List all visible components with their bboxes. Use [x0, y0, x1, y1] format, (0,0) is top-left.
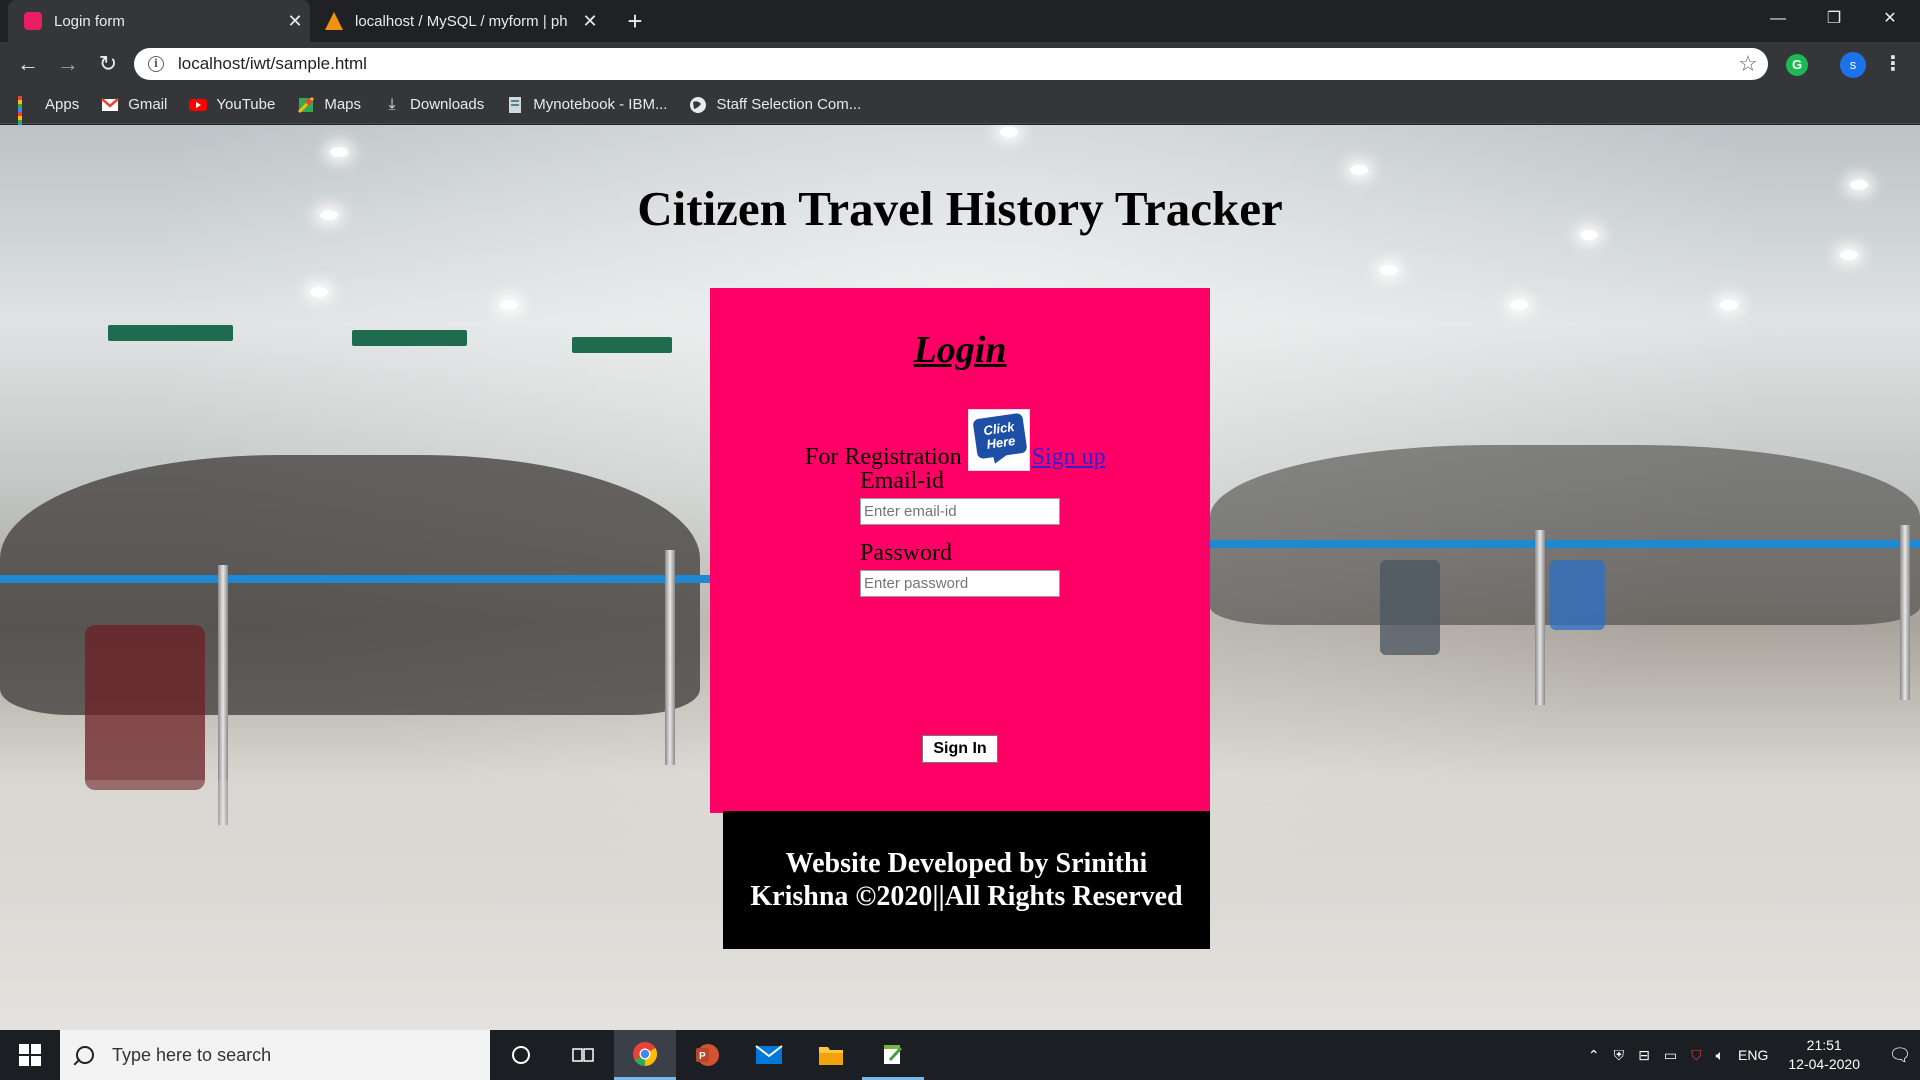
browser-menu-icon[interactable]: ⋮	[1880, 50, 1906, 78]
registration-row: For Registration Click Here Sign up	[805, 406, 1106, 471]
tab-title: Login form	[54, 12, 125, 30]
start-button[interactable]	[0, 1030, 60, 1080]
page-viewport: Citizen Travel History Tracker Login For…	[0, 125, 1920, 1030]
forward-arrow-icon[interactable]: →	[54, 50, 82, 78]
cortana-icon[interactable]	[490, 1030, 552, 1080]
show-hidden-icons-chevron-icon[interactable]: ⌃	[1588, 1047, 1600, 1064]
network-icon[interactable]: ⊟	[1638, 1047, 1650, 1064]
battery-icon[interactable]: ▭	[1664, 1047, 1677, 1064]
bookmark-label: Gmail	[128, 96, 168, 113]
clock-time: 21:51	[1806, 1037, 1842, 1053]
bookmark-label: Downloads	[410, 96, 485, 113]
grammarly-extension-icon[interactable]: G	[1786, 54, 1808, 76]
bookmark-label: YouTube	[216, 96, 276, 113]
bookmark-star-icon[interactable]: ☆	[1728, 51, 1768, 77]
bookmark-staff-selection[interactable]: Staff Selection Com...	[689, 96, 861, 114]
action-center-icon[interactable]: 🗨︎	[1880, 1045, 1920, 1066]
bookmark-label: Mynotebook - IBM...	[533, 96, 668, 113]
search-icon	[76, 1046, 94, 1064]
notebook-icon	[506, 96, 524, 114]
tab-close-icon[interactable]: ✕	[575, 11, 605, 32]
mail-icon[interactable]	[738, 1030, 800, 1080]
phpmyadmin-favicon-icon	[325, 12, 343, 30]
site-info-icon[interactable]: i	[148, 56, 164, 72]
signup-link[interactable]: Sign up	[1032, 444, 1106, 471]
windows-taskbar: Type here to search P ⌃ ⛨ ⊟ ▭ ⛉ 🔈︎ ENG 2…	[0, 1030, 1920, 1080]
login-heading: Login	[913, 329, 1007, 371]
window-close-icon[interactable]: ✕	[1862, 0, 1918, 38]
bookmarks-bar: Apps Gmail YouTube Maps ⤓ Downloads Myno…	[0, 86, 1920, 132]
profile-avatar[interactable]: s	[1840, 52, 1866, 78]
minimize-icon[interactable]: —	[1750, 0, 1806, 38]
password-label: Password	[860, 540, 953, 566]
globe-icon	[689, 96, 707, 114]
taskbar-search-box[interactable]: Type here to search	[60, 1030, 490, 1080]
notepad-plus-icon[interactable]	[862, 1030, 924, 1080]
volume-icon[interactable]: 🔈︎	[1716, 1047, 1724, 1064]
antivirus-icon[interactable]: ⛉	[1691, 1047, 1702, 1064]
page-title: Citizen Travel History Tracker	[637, 181, 1283, 236]
bookmark-gmail[interactable]: Gmail	[101, 96, 167, 114]
restore-icon[interactable]: ❐	[1806, 0, 1862, 38]
bookmark-label: Maps	[324, 96, 362, 113]
chrome-taskbar-icon[interactable]	[614, 1030, 676, 1080]
browser-toolbar: ← → ↻ i localhost/iwt/sample.html ☆ G s …	[0, 42, 1920, 86]
maps-icon	[297, 96, 315, 114]
clock-date: 12-04-2020	[1788, 1056, 1860, 1072]
system-tray: ⌃ ⛨ ⊟ ▭ ⛉ 🔈︎ ENG 21:51 12-04-2020 🗨︎	[1588, 1030, 1920, 1080]
windows-logo-icon	[19, 1044, 41, 1066]
footer-panel: Website Developed by Srinithi Krishna ©2…	[723, 811, 1210, 949]
tab-login-form[interactable]: Login form ✕	[8, 0, 310, 42]
bookmark-maps[interactable]: Maps	[297, 96, 361, 114]
defender-shield-icon[interactable]: ⛨	[1614, 1047, 1625, 1064]
bookmark-youtube[interactable]: YouTube	[189, 96, 275, 114]
browser-tabstrip: Login form ✕ localhost / MySQL / myform …	[0, 0, 1920, 42]
tab-phpmyadmin[interactable]: localhost / MySQL / myform | ph ✕	[315, 0, 605, 42]
email-label: Email-id	[860, 468, 944, 494]
gmail-icon	[101, 96, 120, 114]
registration-text: For Registration	[805, 444, 962, 470]
email-field[interactable]	[860, 498, 1060, 525]
bookmark-label: Apps	[45, 96, 80, 113]
tab-close-icon[interactable]: ✕	[280, 11, 310, 32]
password-field[interactable]	[860, 570, 1060, 597]
reload-icon[interactable]: ↻	[94, 50, 122, 78]
youtube-icon	[189, 96, 208, 114]
download-icon: ⤓	[388, 95, 396, 113]
click-here-badge-icon[interactable]: Click Here	[967, 409, 1030, 471]
taskbar-search-placeholder: Type here to search	[112, 1044, 272, 1065]
tab-favicon-icon	[24, 12, 42, 30]
powerpoint-icon[interactable]: P	[676, 1030, 738, 1080]
login-panel: Login For Registration Click Here Sign u…	[710, 288, 1210, 813]
sign-in-button[interactable]: Sign In	[922, 735, 998, 763]
url-text[interactable]: localhost/iwt/sample.html	[178, 54, 1728, 74]
tab-title: localhost / MySQL / myform | ph	[355, 12, 568, 30]
back-arrow-icon[interactable]: ←	[14, 50, 42, 78]
apps-grid-icon	[18, 95, 36, 132]
address-bar[interactable]: i localhost/iwt/sample.html ☆	[134, 48, 1768, 80]
file-explorer-icon[interactable]	[800, 1030, 862, 1080]
clock[interactable]: 21:51 12-04-2020	[1788, 1036, 1860, 1074]
bookmark-downloads[interactable]: ⤓ Downloads	[383, 96, 484, 114]
language-indicator[interactable]: ENG	[1738, 1047, 1768, 1063]
bookmark-label: Staff Selection Com...	[716, 96, 862, 113]
bookmark-apps[interactable]: Apps	[18, 95, 80, 132]
new-tab-button[interactable]: +	[620, 6, 650, 36]
footer-text: Website Developed by Srinithi Krishna ©2…	[750, 848, 1183, 912]
bookmark-mynotebook[interactable]: Mynotebook - IBM...	[506, 96, 667, 114]
svg-text:P: P	[699, 1051, 706, 1062]
task-view-icon[interactable]	[552, 1030, 614, 1080]
